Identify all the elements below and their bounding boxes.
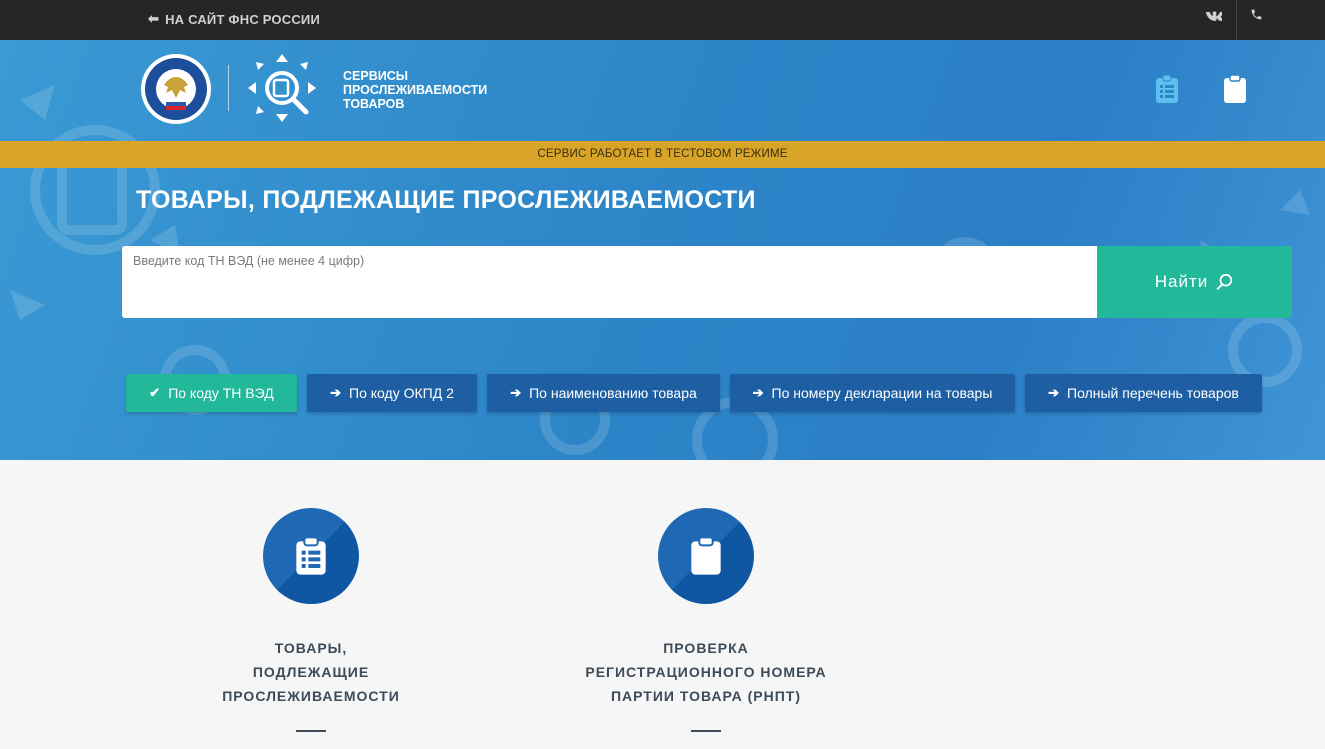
- arrow-left-icon: ⬅: [148, 11, 160, 26]
- card-title-line: ТОВАРЫ,: [274, 640, 348, 656]
- traceability-service-logo[interactable]: [246, 52, 318, 124]
- card-icon-circle[interactable]: [658, 508, 754, 604]
- arrow-right-icon: ➔: [1048, 385, 1060, 400]
- card-title[interactable]: ТОВАРЫ, ПОДЛЕЖАЩИЕ ПРОСЛЕЖИВАЕМОСТИ: [206, 636, 416, 708]
- card-underline: [296, 730, 326, 732]
- find-button[interactable]: Найти: [1097, 246, 1292, 318]
- clipboard-icon[interactable]: [1223, 74, 1247, 104]
- fns-emblem-logo[interactable]: [140, 52, 212, 126]
- arrow-right-icon: ➔: [752, 385, 764, 400]
- vk-icon[interactable]: [1206, 10, 1224, 25]
- card-underline: [691, 730, 721, 732]
- phone-icon[interactable]: [1250, 8, 1264, 26]
- search-placeholder: Введите код ТН ВЭД (не менее 4 цифр): [133, 254, 365, 268]
- arrow-right-icon: ➔: [330, 385, 342, 400]
- hero-banner: СЕРВИСЫ ПРОСЛЕЖИВАЕМОСТИ ТОВАРОВ СЕРВИС …: [0, 40, 1325, 460]
- tab-label: По наименованию товара: [529, 385, 697, 401]
- page-title: ТОВАРЫ, ПОДЛЕЖАЩИЕ ПРОСЛЕЖИВАЕМОСТИ: [136, 186, 756, 214]
- card-icon-circle[interactable]: [263, 508, 359, 604]
- topbar-divider: [1236, 0, 1237, 40]
- card-title-line: ПОДЛЕЖАЩИЕ: [252, 664, 370, 680]
- card-rnpt-check[interactable]: ПРОВЕРКА РЕГИСТРАЦИОННОГО НОМЕРА ПАРТИИ …: [566, 508, 846, 732]
- top-bar: ⬅ НА САЙТ ФНС РОССИИ: [0, 0, 1325, 40]
- tab-label: По коду ТН ВЭД: [168, 385, 274, 401]
- tab-full-product-list[interactable]: ➔ Полный перечень товаров: [1025, 374, 1262, 412]
- tab-by-tnved-code[interactable]: ✔ По коду ТН ВЭД: [126, 374, 297, 412]
- tab-label: Полный перечень товаров: [1067, 385, 1239, 401]
- back-to-fns-link[interactable]: ⬅ НА САЙТ ФНС РОССИИ: [148, 11, 320, 27]
- tab-by-declaration-number[interactable]: ➔ По номеру декларации на товары: [730, 374, 1015, 412]
- logo-divider: [228, 65, 229, 111]
- card-title-line: ПАРТИИ ТОВАРА (РНПТ): [610, 688, 801, 704]
- back-link-label: НА САЙТ ФНС РОССИИ: [165, 11, 320, 27]
- tnved-search-input[interactable]: Введите код ТН ВЭД (не менее 4 цифр): [122, 246, 1098, 318]
- arrow-right-icon: ➔: [510, 385, 522, 400]
- service-title: СЕРВИСЫ ПРОСЛЕЖИВАЕМОСТИ ТОВАРОВ: [343, 69, 488, 111]
- card-title-line: РЕГИСТРАЦИОННОГО НОМЕРА: [585, 664, 827, 680]
- card-title-line: ПРОСЛЕЖИВАЕМОСТИ: [222, 688, 400, 704]
- find-button-label: Найти: [1154, 272, 1209, 291]
- tab-by-okpd2-code[interactable]: ➔ По коду ОКПД 2: [307, 374, 477, 412]
- tab-by-product-name[interactable]: ➔ По наименованию товара: [487, 374, 720, 412]
- card-traceable-goods[interactable]: ТОВАРЫ, ПОДЛЕЖАЩИЕ ПРОСЛЕЖИВАЕМОСТИ: [206, 508, 416, 732]
- tab-label: По номеру декларации на товары: [771, 385, 993, 401]
- card-title-line: ПРОВЕРКА: [663, 640, 749, 656]
- clipboard-icon: [691, 536, 721, 575]
- test-mode-notice: СЕРВИС РАБОТАЕТ В ТЕСТОВОМ РЕЖИМЕ: [0, 141, 1325, 168]
- clipboard-list-icon: [296, 536, 326, 575]
- card-title[interactable]: ПРОВЕРКА РЕГИСТРАЦИОННОГО НОМЕРА ПАРТИИ …: [566, 636, 846, 708]
- check-icon: ✔: [149, 385, 161, 400]
- search-icon: [1217, 273, 1233, 290]
- tab-label: По коду ОКПД 2: [349, 385, 454, 401]
- clipboard-list-icon[interactable]: [1155, 74, 1179, 104]
